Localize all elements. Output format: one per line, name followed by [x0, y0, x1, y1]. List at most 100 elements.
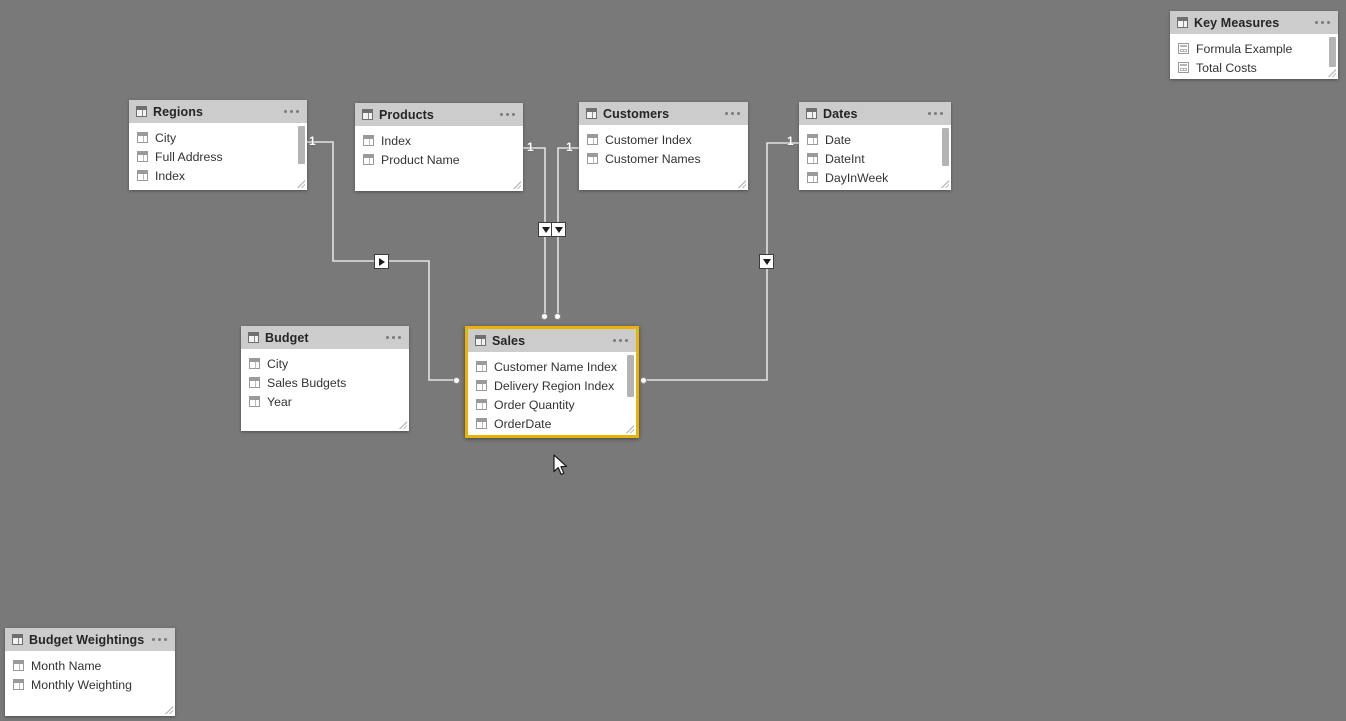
table-fields-regions[interactable]: City Full Address Index: [129, 123, 307, 190]
table-card-dates[interactable]: Dates Date DateInt DayInWeek: [799, 102, 951, 190]
field-row[interactable]: Formula Example: [1170, 39, 1338, 58]
field-label: City: [267, 356, 289, 371]
field-row[interactable]: City: [129, 128, 307, 147]
more-options-icon[interactable]: [152, 638, 169, 641]
table-fields-budget-weightings[interactable]: Month Name Monthly Weighting: [5, 651, 175, 716]
grid-icon: [249, 396, 260, 407]
table-title: Budget Weightings: [29, 632, 145, 647]
cross-filter-arrow-customers-sales[interactable]: [551, 222, 566, 237]
table-card-customers[interactable]: Customers Customer Index Customer Names: [579, 102, 748, 190]
resize-handle[interactable]: [513, 181, 521, 189]
many-side-dot-products-sales: [541, 313, 548, 320]
table-card-regions[interactable]: Regions City Full Address Index: [129, 100, 307, 190]
grid-icon: [806, 108, 817, 119]
vertical-scrollbar[interactable]: [1329, 37, 1336, 67]
more-options-icon[interactable]: [725, 112, 742, 115]
field-row[interactable]: Date: [799, 130, 951, 149]
table-header-customers[interactable]: Customers: [579, 102, 748, 125]
field-row[interactable]: Sales Budgets: [241, 373, 409, 392]
grid-icon: [137, 132, 148, 143]
grid-icon: [587, 134, 598, 145]
grid-icon: [1177, 17, 1188, 28]
table-title: Regions: [153, 104, 204, 119]
grid-icon: [807, 172, 818, 183]
grid-icon: [587, 153, 598, 164]
more-options-icon[interactable]: [613, 339, 630, 342]
field-row[interactable]: Product Name: [355, 150, 523, 169]
table-title: Products: [379, 107, 434, 122]
grid-icon: [362, 109, 373, 120]
field-row[interactable]: Customer Names: [579, 149, 748, 168]
field-label: Formula Example: [1196, 41, 1293, 56]
field-label: Order Quantity: [494, 397, 575, 412]
grid-icon: [476, 380, 487, 391]
field-row[interactable]: DateInt: [799, 149, 951, 168]
field-row[interactable]: Customer Name Index: [468, 357, 636, 376]
field-row[interactable]: Index: [355, 131, 523, 150]
grid-icon: [13, 679, 24, 690]
more-options-icon[interactable]: [1315, 21, 1332, 24]
tri-down-icon: [762, 258, 771, 265]
field-label: Year: [267, 394, 292, 409]
table-header-key-measures[interactable]: Key Measures: [1170, 11, 1338, 34]
field-row[interactable]: Full Address: [129, 147, 307, 166]
table-card-budget[interactable]: Budget City Sales Budgets Year: [241, 326, 409, 431]
resize-handle[interactable]: [165, 706, 173, 714]
table-fields-budget[interactable]: City Sales Budgets Year: [241, 349, 409, 431]
resize-handle[interactable]: [399, 421, 407, 429]
cross-filter-arrow-regions-sales[interactable]: [374, 254, 389, 269]
field-row[interactable]: Delivery Region Index: [468, 376, 636, 395]
table-header-regions[interactable]: Regions: [129, 100, 307, 123]
more-options-icon[interactable]: [284, 110, 301, 113]
vertical-scrollbar[interactable]: [298, 126, 305, 164]
table-card-budget-weightings[interactable]: Budget Weightings Month Name Monthly Wei…: [5, 628, 175, 716]
field-row[interactable]: Month Name: [5, 656, 175, 675]
field-label: Full Address: [155, 149, 223, 164]
table-card-products[interactable]: Products Index Product Name: [355, 103, 523, 191]
tri-right-icon: [378, 257, 385, 266]
model-view-canvas[interactable]: 1 1 1 1 Regions City Full Address Index …: [0, 0, 1346, 721]
more-options-icon[interactable]: [386, 336, 403, 339]
field-row[interactable]: Monthly Weighting: [5, 675, 175, 694]
cross-filter-arrow-dates-sales[interactable]: [759, 254, 774, 269]
more-options-icon[interactable]: [928, 112, 945, 115]
table-fields-sales[interactable]: Customer Name Index Delivery Region Inde…: [468, 352, 636, 435]
table-header-budget-weightings[interactable]: Budget Weightings: [5, 628, 175, 651]
grid-icon: [12, 634, 23, 645]
field-row[interactable]: Total Costs: [1170, 58, 1338, 77]
table-card-key-measures[interactable]: Key Measures Formula Example Total Costs: [1170, 11, 1338, 79]
table-fields-key-measures[interactable]: Formula Example Total Costs: [1170, 34, 1338, 79]
table-header-products[interactable]: Products: [355, 103, 523, 126]
field-label: OrderDate: [494, 416, 552, 431]
resize-handle[interactable]: [1328, 69, 1336, 77]
table-header-budget[interactable]: Budget: [241, 326, 409, 349]
resize-handle[interactable]: [941, 180, 949, 188]
table-title: Dates: [823, 106, 858, 121]
grid-icon: [476, 361, 487, 372]
many-side-dot-customers-sales: [554, 313, 561, 320]
vertical-scrollbar[interactable]: [942, 128, 949, 166]
field-label: Product Name: [381, 152, 460, 167]
field-row[interactable]: City: [241, 354, 409, 373]
grid-icon: [248, 332, 259, 343]
table-header-dates[interactable]: Dates: [799, 102, 951, 125]
field-label: Sales Budgets: [267, 375, 347, 390]
table-card-sales[interactable]: Sales Customer Name Index Delivery Regio…: [465, 326, 639, 438]
resize-handle[interactable]: [738, 180, 746, 188]
grid-icon: [249, 377, 260, 388]
resize-handle[interactable]: [626, 425, 634, 433]
resize-handle[interactable]: [297, 180, 305, 188]
table-header-sales[interactable]: Sales: [468, 329, 636, 352]
grid-icon: [136, 106, 147, 117]
more-options-icon[interactable]: [500, 113, 517, 116]
table-fields-customers[interactable]: Customer Index Customer Names: [579, 125, 748, 190]
table-fields-products[interactable]: Index Product Name: [355, 126, 523, 191]
field-row[interactable]: Customer Index: [579, 130, 748, 149]
field-row[interactable]: Year: [241, 392, 409, 411]
table-fields-dates[interactable]: Date DateInt DayInWeek: [799, 125, 951, 190]
field-row[interactable]: DayInWeek: [799, 168, 951, 187]
field-row[interactable]: Index: [129, 166, 307, 185]
field-row[interactable]: Order Quantity: [468, 395, 636, 414]
field-row[interactable]: OrderDate: [468, 414, 636, 433]
vertical-scrollbar[interactable]: [627, 355, 634, 397]
